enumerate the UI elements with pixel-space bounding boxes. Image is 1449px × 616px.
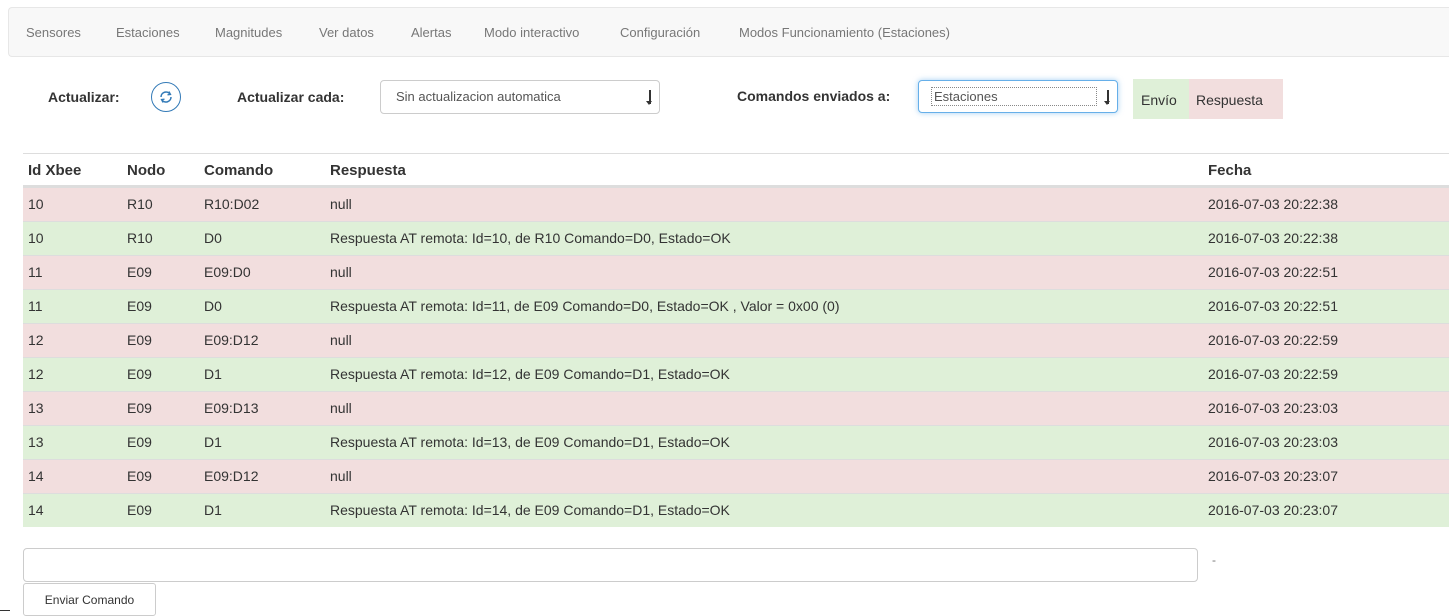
table-row: 11 E09 D0 Respuesta AT remota: Id=11, de…	[23, 289, 1449, 323]
table-row: 10 R10 R10:D02 null 2016-07-03 20:22:38	[23, 187, 1449, 221]
table-header: Id Xbee Nodo Comando Respuesta Fecha	[23, 154, 1449, 187]
cell-respuesta: null	[330, 196, 352, 212]
status-text: -	[1212, 553, 1216, 567]
cell-respuesta: null	[330, 400, 352, 416]
cell-fecha: 2016-07-03 20:23:07	[1208, 468, 1338, 484]
nav-item-modos-funcionamiento[interactable]: Modos Funcionamiento (Estaciones)	[739, 8, 950, 58]
table-row: 12 E09 D1 Respuesta AT remota: Id=12, de…	[23, 357, 1449, 391]
cell-respuesta: Respuesta AT remota: Id=14, de E09 Coman…	[330, 502, 730, 518]
table-row: 14 E09 E09:D12 null 2016-07-03 20:23:07	[23, 459, 1449, 493]
table-row: 13 E09 D1 Respuesta AT remota: Id=13, de…	[23, 425, 1449, 459]
cell-fecha: 2016-07-03 20:23:03	[1208, 434, 1338, 450]
cell-comando: D0	[204, 298, 222, 314]
cell-nodo: E09	[127, 400, 152, 416]
target-select[interactable]: Estaciones	[918, 80, 1118, 113]
cell-respuesta: null	[330, 264, 352, 280]
nav-item-modo-interactivo[interactable]: Modo interactivo	[484, 8, 579, 58]
header-nodo: Nodo	[127, 162, 166, 179]
nav-item-alertas[interactable]: Alertas	[411, 8, 451, 58]
cell-comando: E09:D12	[204, 468, 259, 484]
cell-nodo: E09	[127, 298, 152, 314]
corner-mark	[0, 610, 10, 611]
interval-select-value: Sin actualizacion automatica	[396, 89, 561, 104]
target-select-value: Estaciones	[931, 87, 1097, 106]
cell-fecha: 2016-07-03 20:22:51	[1208, 298, 1338, 314]
cell-fecha: 2016-07-03 20:22:51	[1208, 264, 1338, 280]
cell-id: 13	[28, 400, 44, 416]
cell-comando: R10:D02	[204, 196, 260, 212]
cell-comando: D0	[204, 230, 222, 246]
cell-comando: E09:D13	[204, 400, 259, 416]
cell-nodo: E09	[127, 366, 152, 382]
cell-fecha: 2016-07-03 20:22:59	[1208, 366, 1338, 382]
refresh-label: Actualizar:	[48, 89, 120, 105]
legend-send: Envío	[1133, 79, 1189, 119]
cell-respuesta: Respuesta AT remota: Id=12, de E09 Coman…	[330, 366, 730, 382]
cell-fecha: 2016-07-03 20:23:03	[1208, 400, 1338, 416]
cell-nodo: R10	[127, 196, 153, 212]
cell-respuesta: null	[330, 468, 352, 484]
nav-item-ver-datos[interactable]: Ver datos	[319, 8, 374, 58]
cell-comando: E09:D0	[204, 264, 251, 280]
select-arrow-icon	[1104, 89, 1110, 105]
cell-nodo: E09	[127, 502, 152, 518]
cell-respuesta: Respuesta AT remota: Id=10, de R10 Coman…	[330, 230, 731, 246]
table-row: 14 E09 D1 Respuesta AT remota: Id=14, de…	[23, 493, 1449, 527]
interval-select[interactable]: Sin actualizacion automatica	[380, 80, 660, 114]
select-arrow-icon	[646, 90, 652, 105]
table-row: 11 E09 E09:D0 null 2016-07-03 20:22:51	[23, 255, 1449, 289]
cell-comando: D1	[204, 502, 222, 518]
cell-id: 12	[28, 366, 44, 382]
header-respuesta: Respuesta	[330, 162, 406, 179]
refresh-button[interactable]	[151, 82, 181, 112]
cell-id: 13	[28, 434, 44, 450]
cell-fecha: 2016-07-03 20:22:38	[1208, 230, 1338, 246]
cell-respuesta: Respuesta AT remota: Id=13, de E09 Coman…	[330, 434, 730, 450]
cell-id: 11	[28, 298, 43, 314]
cell-id: 11	[28, 264, 43, 280]
cell-nodo: E09	[127, 434, 152, 450]
cell-nodo: E09	[127, 264, 152, 280]
cell-nodo: R10	[127, 230, 153, 246]
cell-id: 14	[28, 468, 44, 484]
cell-nodo: E09	[127, 332, 152, 348]
header-fecha: Fecha	[1208, 162, 1252, 179]
cell-respuesta: null	[330, 332, 352, 348]
table-row: 10 R10 D0 Respuesta AT remota: Id=10, de…	[23, 221, 1449, 255]
cell-nodo: E09	[127, 468, 152, 484]
table-row: 13 E09 E09:D13 null 2016-07-03 20:23:03	[23, 391, 1449, 425]
cell-respuesta: Respuesta AT remota: Id=11, de E09 Coman…	[330, 298, 840, 314]
cell-fecha: 2016-07-03 20:23:07	[1208, 502, 1338, 518]
refresh-icon	[160, 91, 172, 103]
command-table-body: 10 R10 R10:D02 null 2016-07-03 20:22:38 …	[23, 187, 1449, 527]
cell-id: 12	[28, 332, 44, 348]
header-comando: Comando	[204, 162, 274, 179]
nav-item-sensores[interactable]: Sensores	[26, 8, 81, 58]
cell-id: 14	[28, 502, 44, 518]
target-label: Comandos enviados a:	[737, 88, 891, 104]
cell-fecha: 2016-07-03 20:22:59	[1208, 332, 1338, 348]
header-id-xbee: Id Xbee	[28, 162, 82, 179]
legend-response: Respuesta	[1189, 79, 1283, 119]
cell-comando: D1	[204, 434, 222, 450]
nav-item-magnitudes[interactable]: Magnitudes	[215, 8, 282, 58]
cell-comando: D1	[204, 366, 222, 382]
send-command-button[interactable]: Enviar Comando	[23, 583, 156, 616]
top-navbar: Sensores Estaciones Magnitudes Ver datos…	[8, 7, 1449, 57]
command-input[interactable]	[23, 548, 1198, 582]
cell-comando: E09:D12	[204, 332, 259, 348]
cell-id: 10	[28, 196, 44, 212]
nav-item-estaciones[interactable]: Estaciones	[116, 8, 180, 58]
nav-item-configuracion[interactable]: Configuración	[620, 8, 700, 58]
cell-fecha: 2016-07-03 20:22:38	[1208, 196, 1338, 212]
cell-id: 10	[28, 230, 44, 246]
interval-label: Actualizar cada:	[237, 89, 345, 105]
table-row: 12 E09 E09:D12 null 2016-07-03 20:22:59	[23, 323, 1449, 357]
